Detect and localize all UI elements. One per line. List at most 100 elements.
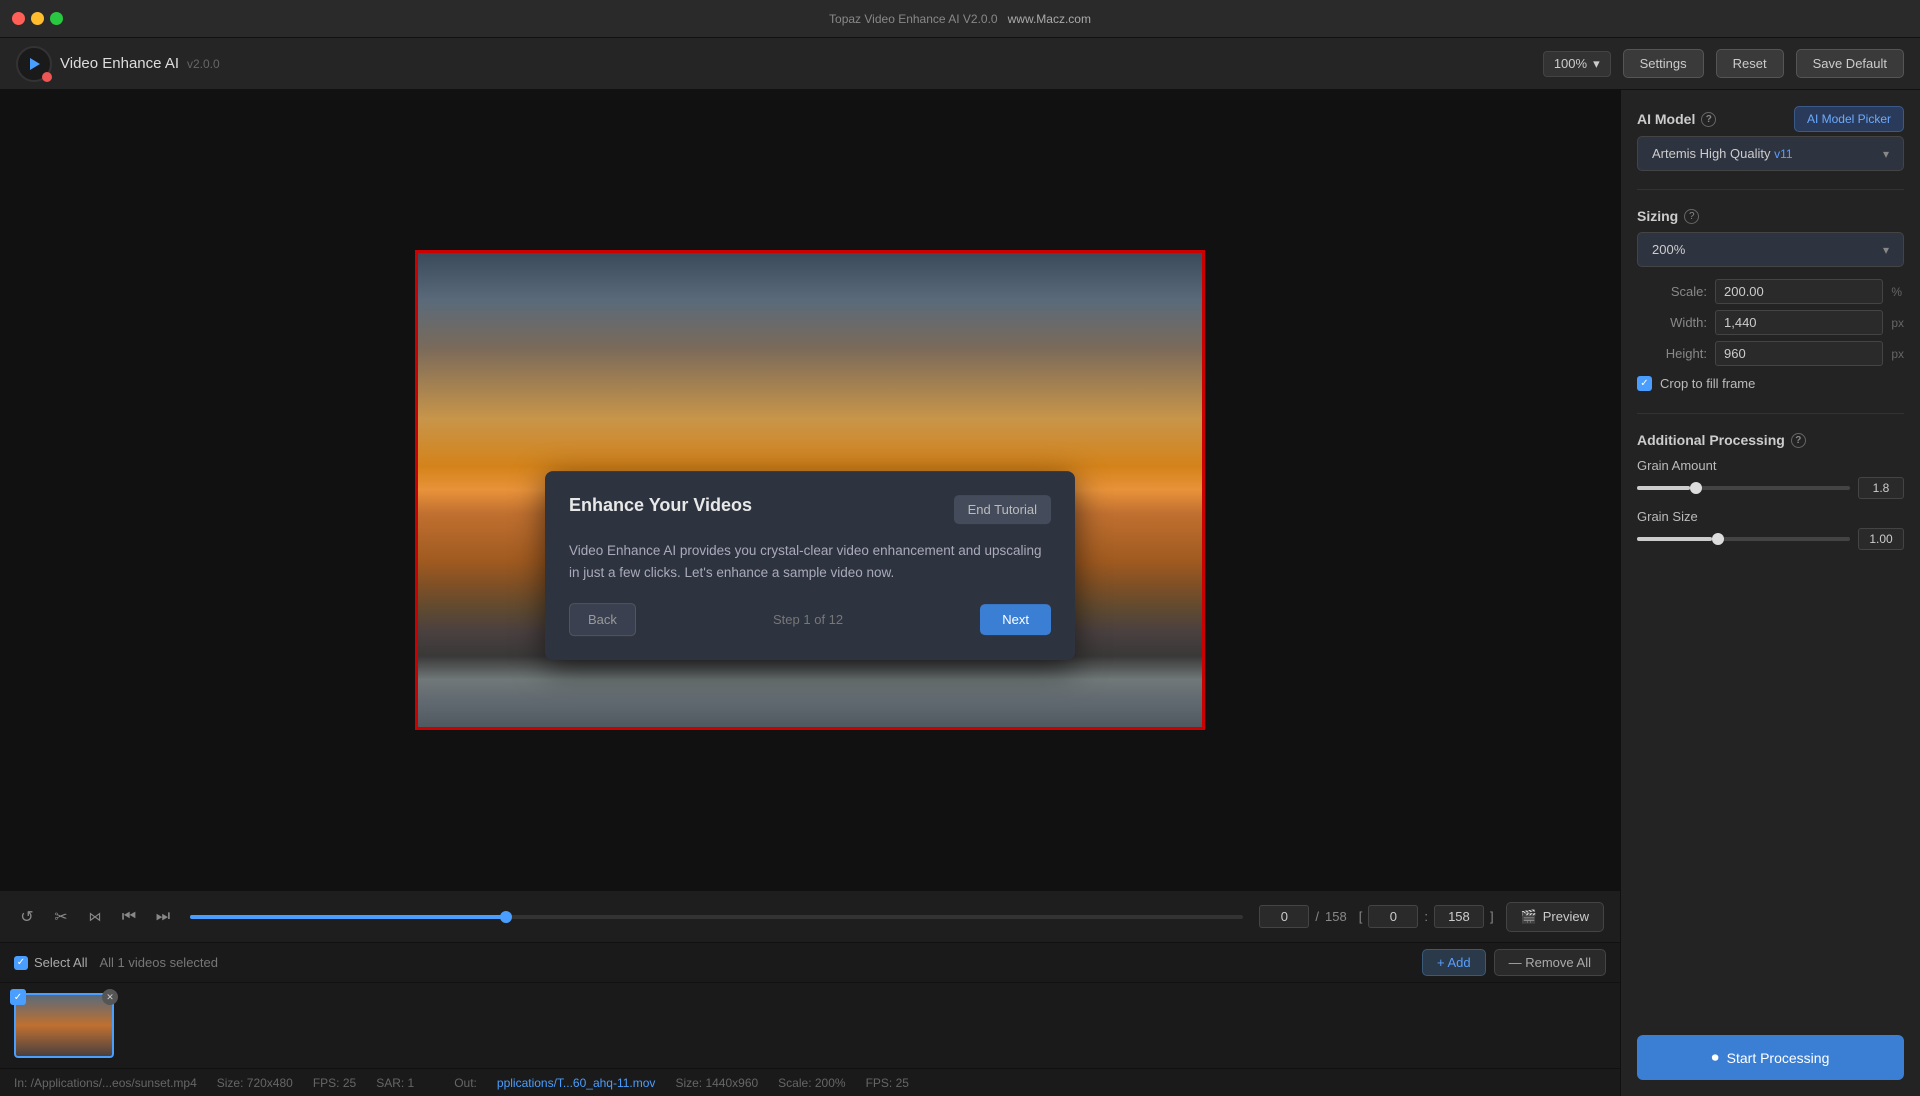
additional-processing-info-icon[interactable]: ? xyxy=(1791,433,1806,448)
width-label: Width: xyxy=(1637,315,1707,330)
crop-checkbox[interactable]: ✓ xyxy=(1637,376,1652,391)
panel-spacer xyxy=(1637,564,1904,1021)
save-default-button[interactable]: Save Default xyxy=(1796,49,1904,78)
select-all-label: Select All xyxy=(34,955,87,970)
ai-model-header: AI Model ? AI Model Picker xyxy=(1637,106,1904,132)
scale-unit: % xyxy=(1891,285,1904,299)
file-remove-icon[interactable]: ✕ xyxy=(102,989,118,1005)
grain-amount-thumb[interactable] xyxy=(1690,482,1702,494)
transport-bar: ↺ ✂ ⋈ ⏮ ⏭ / 158 [ : ] xyxy=(0,890,1620,942)
output-size: Size: 1440x960 xyxy=(675,1076,758,1090)
height-label: Height: xyxy=(1637,346,1707,361)
select-all-control[interactable]: ✓ Select All xyxy=(14,955,87,970)
grain-size-thumb[interactable] xyxy=(1712,533,1724,545)
tutorial-footer: Back Step 1 of 12 Next xyxy=(569,603,1051,636)
ai-model-dropdown[interactable]: Artemis High Quality v11 ▾ xyxy=(1637,136,1904,171)
chevron-down-icon: ▾ xyxy=(1883,147,1889,161)
grain-amount-slider-row xyxy=(1637,477,1904,499)
scale-input[interactable] xyxy=(1715,279,1883,304)
input-size: Size: 720x480 xyxy=(217,1076,293,1090)
size-params: Scale: % Width: px Height: px xyxy=(1637,279,1904,366)
crop-label: Crop to fill frame xyxy=(1660,376,1755,391)
additional-processing-section: Additional Processing ? Grain Amount xyxy=(1637,432,1904,550)
remove-all-button[interactable]: — Remove All xyxy=(1494,949,1606,976)
alert-dot xyxy=(42,72,52,82)
close-button[interactable] xyxy=(12,12,25,25)
processing-icon: ⏺ xyxy=(1712,1049,1719,1066)
settings-button[interactable]: Settings xyxy=(1623,49,1704,78)
grain-amount-filled xyxy=(1637,486,1690,490)
file-checkbox[interactable]: ✓ xyxy=(10,989,26,1005)
grain-amount-row: Grain Amount xyxy=(1637,458,1904,499)
output-scale: Scale: 200% xyxy=(778,1076,845,1090)
divider-2 xyxy=(1637,413,1904,414)
size-dropdown[interactable]: 200% ▾ xyxy=(1637,232,1904,267)
end-tutorial-button[interactable]: End Tutorial xyxy=(954,495,1051,524)
minimize-button[interactable] xyxy=(31,12,44,25)
ai-model-info-icon[interactable]: ? xyxy=(1701,112,1716,127)
skip-icon[interactable]: ⋈ xyxy=(84,906,106,928)
sizing-info-icon[interactable]: ? xyxy=(1684,209,1699,224)
grain-section: Grain Amount Grain Size xyxy=(1637,458,1904,550)
input-fps: FPS: 25 xyxy=(313,1076,356,1090)
step-back-icon[interactable]: ⏮ xyxy=(118,906,140,928)
grain-size-input[interactable] xyxy=(1858,528,1904,550)
video-camera-icon: 🎬 xyxy=(1521,909,1537,925)
cut-icon[interactable]: ✂ xyxy=(50,906,72,928)
file-list-area: ✓ Select All All 1 videos selected + Add… xyxy=(0,942,1620,1068)
grain-size-label: Grain Size xyxy=(1637,509,1904,524)
range-end-input[interactable] xyxy=(1434,905,1484,928)
reset-button[interactable]: Reset xyxy=(1716,49,1784,78)
title-bar: Topaz Video Enhance AI V2.0.0 www.Macz.c… xyxy=(0,0,1920,38)
grain-size-slider-row xyxy=(1637,528,1904,550)
range-start-input[interactable] xyxy=(1368,905,1418,928)
additional-processing-header: Additional Processing ? xyxy=(1637,432,1904,448)
header-right: 100% ▾ Settings Reset Save Default xyxy=(1543,49,1904,78)
sizing-header: Sizing ? xyxy=(1637,208,1904,224)
crop-row: ✓ Crop to fill frame xyxy=(1637,376,1904,391)
tutorial-step: Step 1 of 12 xyxy=(773,612,843,627)
height-input[interactable] xyxy=(1715,341,1883,366)
tutorial-body: Video Enhance AI provides you crystal-cl… xyxy=(569,540,1051,583)
add-button[interactable]: + Add xyxy=(1422,949,1486,976)
main-layout: Enhance Your Videos End Tutorial Video E… xyxy=(0,90,1920,1096)
tutorial-back-button[interactable]: Back xyxy=(569,603,636,636)
grain-amount-track[interactable] xyxy=(1637,486,1850,490)
preview-button[interactable]: 🎬 Preview xyxy=(1506,902,1604,932)
width-unit: px xyxy=(1891,316,1904,330)
width-input[interactable] xyxy=(1715,310,1883,335)
additional-processing-title: Additional Processing ? xyxy=(1637,432,1806,448)
video-container: Enhance Your Videos End Tutorial Video E… xyxy=(0,90,1620,890)
progress-thumb[interactable] xyxy=(500,911,512,923)
step-forward-icon[interactable]: ⏭ xyxy=(152,906,174,928)
grain-amount-input[interactable] xyxy=(1858,477,1904,499)
maximize-button[interactable] xyxy=(50,12,63,25)
total-frames: 158 xyxy=(1325,909,1347,924)
progress-filled xyxy=(190,915,506,919)
zoom-selector[interactable]: 100% ▾ xyxy=(1543,51,1611,77)
app-title: Video Enhance AI xyxy=(60,55,179,72)
start-processing-button[interactable]: ⏺ Start Processing xyxy=(1637,1035,1904,1080)
grain-size-filled xyxy=(1637,537,1712,541)
traffic-lights[interactable] xyxy=(12,12,63,25)
output-path[interactable]: pplications/T...60_ahq-11.mov xyxy=(497,1076,656,1090)
grain-size-track[interactable] xyxy=(1637,537,1850,541)
scale-label: Scale: xyxy=(1637,284,1707,299)
ai-model-picker-button[interactable]: AI Model Picker xyxy=(1794,106,1904,132)
file-list-actions: + Add — Remove All xyxy=(1422,949,1606,976)
model-version: v11 xyxy=(1774,147,1792,161)
video-frame: Enhance Your Videos End Tutorial Video E… xyxy=(415,250,1205,730)
app-logo-area: Video Enhance AI v2.0.0 xyxy=(16,46,220,82)
size-value: 200% xyxy=(1652,242,1685,257)
tutorial-title: Enhance Your Videos xyxy=(569,495,752,516)
current-frame-input[interactable] xyxy=(1259,905,1309,928)
app-header: Video Enhance AI v2.0.0 100% ▾ Settings … xyxy=(0,38,1920,90)
video-area: Enhance Your Videos End Tutorial Video E… xyxy=(0,90,1620,1096)
app-version: v2.0.0 xyxy=(187,57,220,71)
file-thumbnail[interactable]: ✓ ✕ xyxy=(14,993,114,1058)
select-all-checkbox[interactable]: ✓ xyxy=(14,956,28,970)
ai-model-section: AI Model ? AI Model Picker Artemis High … xyxy=(1637,106,1904,171)
progress-track[interactable] xyxy=(190,915,1243,919)
tutorial-next-button[interactable]: Next xyxy=(980,604,1051,635)
loop-icon[interactable]: ↺ xyxy=(16,906,38,928)
